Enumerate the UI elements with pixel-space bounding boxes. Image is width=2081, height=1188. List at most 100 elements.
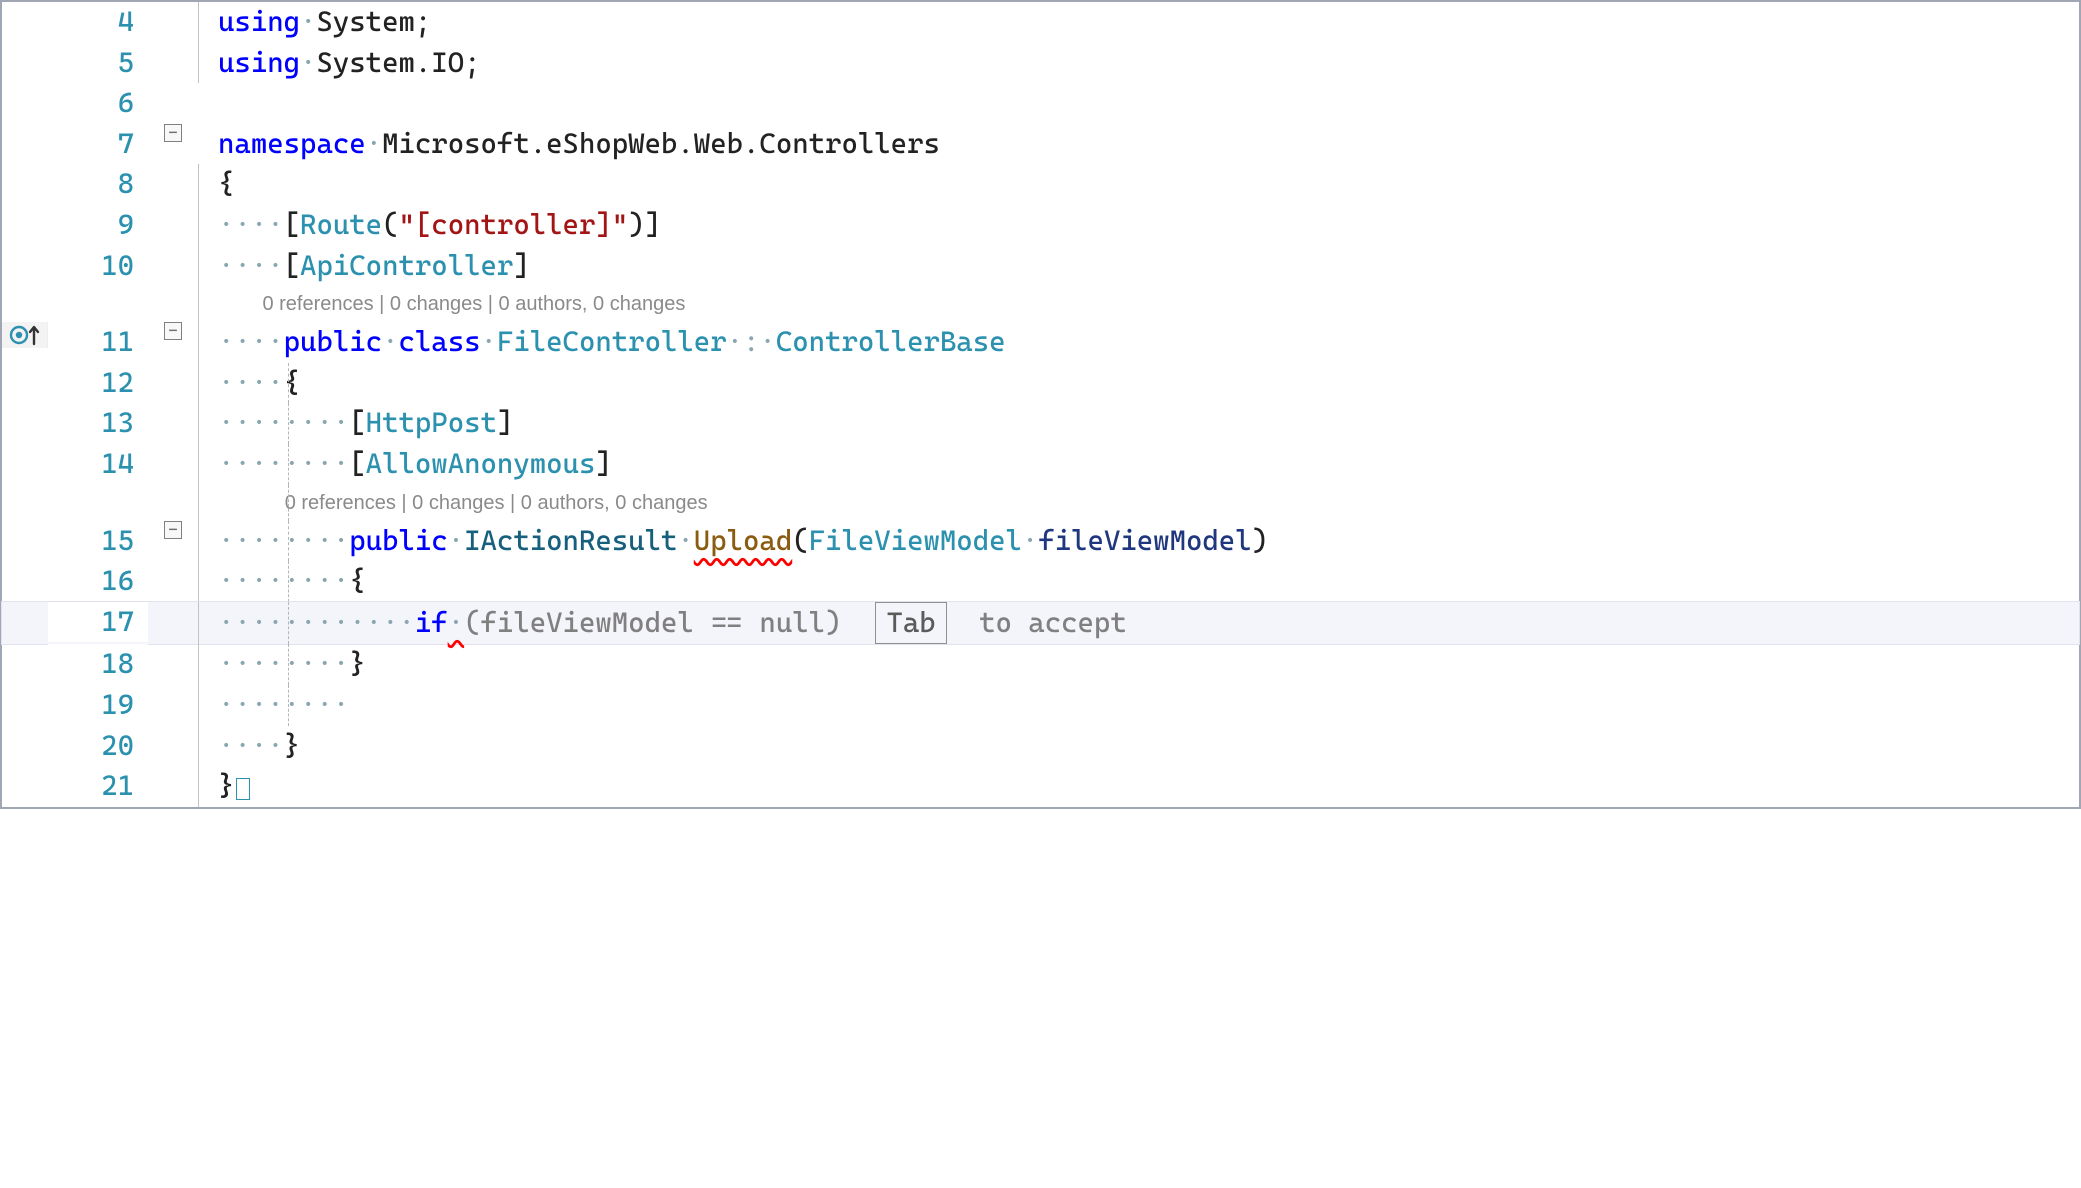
fold-toggle-icon[interactable]: − (164, 322, 182, 340)
code-line[interactable]: 6 (2, 83, 2079, 124)
code-line[interactable]: 4 using·System; (2, 2, 2079, 43)
whitespace-dot: · (300, 43, 316, 84)
namespace-name: System (316, 2, 414, 43)
glyph-margin (2, 322, 48, 348)
whitespace-dots: ···· (218, 363, 284, 404)
code-text[interactable]: ········[HttpPost] (212, 403, 2079, 444)
collapsed-region-indicator (236, 778, 250, 800)
code-line[interactable]: 16 ········{ (2, 561, 2079, 602)
bracket: [ (284, 246, 300, 287)
namespace-name: System.IO (316, 43, 464, 84)
fold-gutter[interactable]: − (162, 124, 196, 142)
outline-guide (196, 403, 212, 444)
whitespace-dots: ···· (218, 726, 284, 767)
code-text[interactable]: using·System.IO; (212, 43, 2079, 84)
semicolon: ; (464, 43, 480, 84)
return-type: IActionResult (464, 521, 677, 562)
outline-guide (196, 485, 212, 521)
code-line[interactable]: 11 − ····public·class·FileController·:·C… (2, 322, 2079, 363)
code-editor-viewport[interactable]: 4 using·System; 5 using·System.IO; 6 (0, 0, 2081, 809)
code-line[interactable]: 13 ········[HttpPost] (2, 403, 2079, 444)
code-text[interactable]: using·System; (212, 2, 2079, 43)
codelens[interactable]: 0 references | 0 changes | 0 authors, 0 … (2, 286, 2079, 322)
code-text[interactable]: namespace·Microsoft.eShopWeb.Web.Control… (212, 124, 2079, 165)
code-line[interactable]: 21 } (2, 766, 2079, 807)
outline-guide (196, 561, 212, 602)
code-text[interactable]: ········} (212, 644, 2079, 685)
code-line[interactable]: 14 ········[AllowAnonymous] (2, 444, 2079, 485)
code-line[interactable]: 19 ········ (2, 685, 2079, 726)
code-line[interactable]: 12 ····{ (2, 363, 2079, 404)
code-text[interactable]: ········ (212, 685, 2079, 726)
line-number: 18 (48, 644, 148, 685)
code-line[interactable]: 20 ····} (2, 726, 2079, 767)
whitespace-dot: · (481, 322, 497, 363)
code-line[interactable]: 7 − namespace·Microsoft.eShopWeb.Web.Con… (2, 124, 2079, 165)
keyword-using: using (218, 2, 300, 43)
method-name-error: Upload (694, 521, 792, 562)
keyword-public: public (284, 322, 382, 363)
whitespace-dot: · (677, 521, 693, 562)
whitespace-dots: ········ (218, 444, 349, 485)
code-text[interactable]: ····[ApiController] (212, 246, 2079, 287)
code-line-current[interactable]: 17 ············if·(fileViewModel == null… (2, 602, 2079, 645)
code-text[interactable]: ········public·IActionResult·Upload(File… (212, 521, 2079, 562)
codelens-text[interactable]: 0 references | 0 changes | 0 authors, 0 … (212, 286, 2079, 322)
line-number: 4 (48, 2, 148, 43)
paren: ( (382, 205, 398, 246)
accept-hint: to accept (963, 603, 1127, 644)
code-text[interactable]: ····} (212, 726, 2079, 767)
keyword-namespace: namespace (218, 124, 366, 165)
bracket: ] (513, 246, 529, 287)
outline-guide (196, 602, 212, 645)
whitespace-dots: ········ (218, 685, 349, 726)
outline-guide (196, 205, 212, 246)
line-number: 10 (48, 246, 148, 287)
fold-toggle-icon[interactable]: − (164, 124, 182, 142)
code-line[interactable]: 15 − ········public·IActionResult·Upload… (2, 521, 2079, 562)
brace: } (349, 644, 365, 685)
codelens-text[interactable]: 0 references | 0 changes | 0 authors, 0 … (212, 485, 2079, 521)
codelens[interactable]: 0 references | 0 changes | 0 authors, 0 … (2, 485, 2079, 521)
param-type: FileViewModel (809, 521, 1022, 562)
code-line[interactable]: 18 ········} (2, 644, 2079, 685)
attribute-name: AllowAnonymous (366, 444, 596, 485)
fold-gutter[interactable]: − (162, 521, 196, 539)
whitespace-dots: ········ (218, 561, 349, 602)
whitespace-dot: · (448, 521, 464, 562)
code-line[interactable]: 10 ····[ApiController] (2, 246, 2079, 287)
line-number: 15 (48, 521, 148, 562)
attribute-name: ApiController (300, 246, 513, 287)
codelens-indent (218, 286, 262, 322)
code-text[interactable] (212, 83, 2079, 124)
outline-guide (196, 83, 212, 124)
code-line[interactable]: 9 ····[Route("[controller]")] (2, 205, 2079, 246)
outline-guide (196, 644, 212, 685)
bracket: [ (284, 205, 300, 246)
implements-up-icon[interactable] (8, 322, 42, 348)
inline-suggestion: (fileViewModel == null) (464, 603, 841, 644)
code-text[interactable]: ············if·(fileViewModel == null) T… (212, 602, 2079, 645)
code-text[interactable]: ········[AllowAnonymous] (212, 444, 2079, 485)
code-text[interactable]: } (212, 766, 2079, 807)
fold-toggle-icon[interactable]: − (164, 521, 182, 539)
outline-guide (196, 2, 212, 43)
fold-gutter[interactable]: − (162, 322, 196, 340)
codelens-label[interactable]: 0 references | 0 changes | 0 authors, 0 … (262, 286, 685, 322)
code-text[interactable]: ····{ (212, 363, 2079, 404)
code-line[interactable]: 8 { (2, 164, 2079, 205)
line-number: 11 (48, 322, 148, 363)
code-text[interactable]: { (212, 164, 2079, 205)
line-number: 6 (48, 83, 148, 124)
whitespace-dots: ···· (218, 205, 284, 246)
line-number: 5 (48, 43, 148, 84)
code-text[interactable]: ········{ (212, 561, 2079, 602)
codelens-label[interactable]: 0 references | 0 changes | 0 authors, 0 … (285, 485, 708, 521)
outline-guide (196, 286, 212, 322)
code-line[interactable]: 5 using·System.IO; (2, 43, 2079, 84)
code-text[interactable]: ····public·class·FileController·:·Contro… (212, 322, 2079, 363)
code-text[interactable]: ····[Route("[controller]")] (212, 205, 2079, 246)
outline-guide (196, 363, 212, 404)
tab-key-hint: Tab (875, 602, 946, 645)
whitespace-dot: · (366, 124, 382, 165)
